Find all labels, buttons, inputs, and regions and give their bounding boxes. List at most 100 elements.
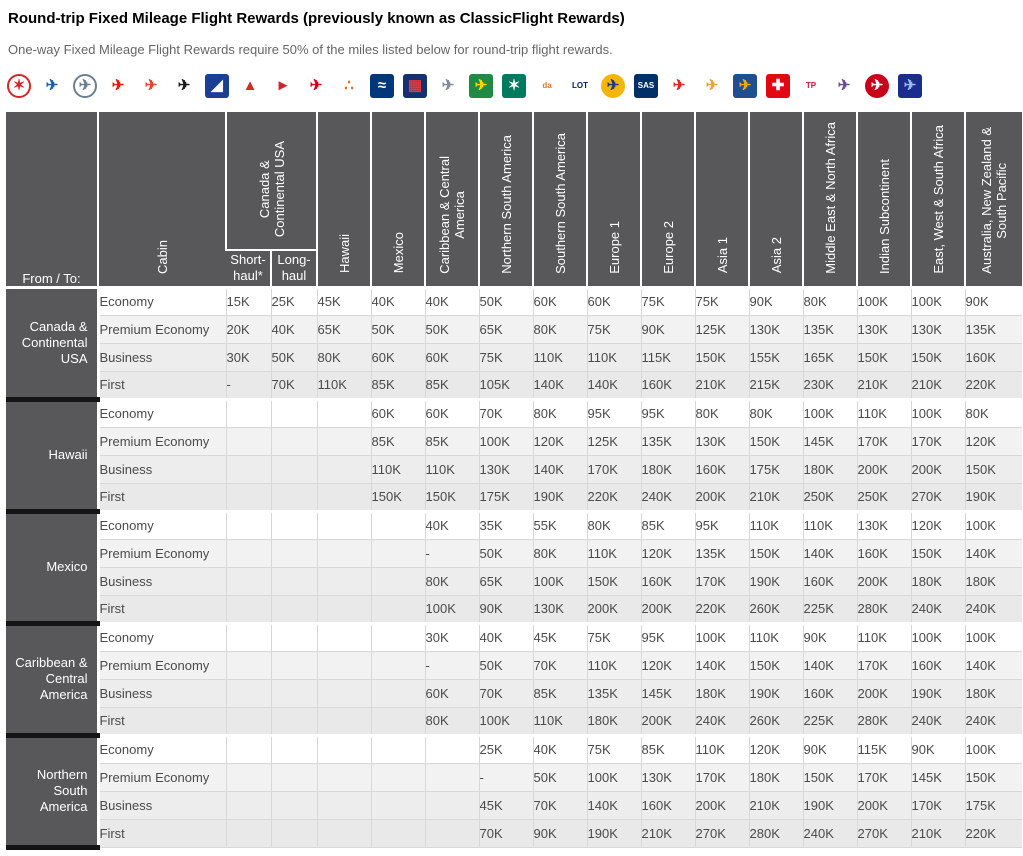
miles-value-cell: 50K: [479, 285, 534, 316]
brussels-airlines-logo-icon: ∴: [344, 77, 354, 94]
column-header-destination-1: Mexico: [370, 112, 425, 287]
eva-air-logo-icon: ✶: [502, 73, 526, 98]
miles-value-cell: 40K: [371, 285, 426, 316]
miles-value-cell: [425, 763, 480, 792]
miles-value-cell: 15K: [226, 285, 272, 316]
miles-value-cell: 115K: [857, 733, 912, 764]
miles-value-cell: 150K: [911, 539, 966, 568]
miles-value-cell: 85K: [641, 509, 696, 540]
miles-value-cell: 175K: [479, 483, 534, 512]
miles-value-cell: [226, 763, 272, 792]
miles-value-cell: 145K: [911, 763, 966, 792]
miles-value-cell: 85K: [425, 371, 480, 400]
miles-value-cell: 150K: [371, 483, 426, 512]
miles-value-cell: 105K: [479, 371, 534, 400]
rewards-table: From / To: Cabin Canada & Continental USA H…: [6, 112, 1022, 850]
miles-value-cell: 25K: [271, 285, 318, 316]
miles-value-cell: [317, 763, 372, 792]
miles-value-cell: 120K: [911, 509, 966, 540]
miles-value-cell: 200K: [587, 595, 642, 624]
miles-value-cell: [317, 679, 372, 708]
miles-value-cell: 60K: [587, 285, 642, 316]
miles-value-cell: [271, 763, 318, 792]
miles-value-cell: 130K: [479, 455, 534, 484]
swiss-logo-icon: ✚: [766, 73, 790, 98]
miles-value-cell: 65K: [479, 567, 534, 596]
column-header-destination-8: Asia 2: [748, 112, 803, 287]
table-row: First -70K 110K 85K 85K 105K 140K 140K 160K 210K 2…: [6, 371, 1022, 400]
cabin-cell: Economy: [98, 733, 227, 764]
miles-value-cell: [226, 455, 272, 484]
miles-value-cell: 170K: [587, 455, 642, 484]
cabin-cell: First: [98, 819, 227, 848]
miles-value-cell: 160K: [965, 343, 1022, 372]
miles-value-cell: [226, 819, 272, 848]
miles-value-cell: 90K: [803, 733, 858, 764]
miles-value-cell: [371, 509, 426, 540]
table-row: Premium Economy -50K 80K 110K 120K 135K 150K 14…: [6, 539, 1022, 568]
miles-value-cell: 120K: [641, 539, 696, 568]
column-header-canada-continental-usa: Canada & Continental USA: [225, 112, 317, 250]
miles-value-cell: 225K: [803, 595, 858, 624]
miles-value-cell: [271, 679, 318, 708]
miles-value-cell: 200K: [641, 595, 696, 624]
miles-value-cell: 210K: [857, 371, 912, 400]
cabin-cell: First: [98, 707, 227, 736]
table-row: First 150K 150K 175K 190K 220K 240K 200K 210K 250…: [6, 483, 1022, 512]
table-row: Premium Economy 20K 40K 65K 50K 50K 65K 80K 75K 9…: [6, 315, 1022, 344]
miles-value-cell: 140K: [587, 371, 642, 400]
miles-value-cell: 220K: [587, 483, 642, 512]
miles-value-cell: 75K: [587, 733, 642, 764]
miles-value-cell: 80K: [803, 285, 858, 316]
miles-value-cell: 160K: [857, 539, 912, 568]
miles-value-cell: [271, 455, 318, 484]
table-row: Hawaii Economy 60K 60K 70K 80K 95K 95K 80K 80K 100…: [6, 397, 1022, 514]
miles-value-cell: 240K: [695, 707, 750, 736]
miles-value-cell: 75K: [641, 285, 696, 316]
miles-value-cell: 80K: [965, 397, 1022, 428]
miles-value-cell: 40K: [425, 509, 480, 540]
column-header-cabin: Cabin: [97, 112, 226, 287]
miles-value-cell: 60K: [533, 285, 588, 316]
miles-value-cell: [371, 763, 426, 792]
miles-value-cell: 240K: [965, 707, 1022, 736]
cabin-cell: Economy: [98, 285, 227, 316]
miles-value-cell: 120K: [965, 427, 1022, 456]
miles-value-cell: 160K: [911, 651, 966, 680]
miles-value-cell: 65K: [317, 315, 372, 344]
miles-value-cell: 180K: [965, 679, 1022, 708]
miles-value-cell: 70K: [271, 371, 318, 400]
miles-value-cell: 40K: [425, 285, 480, 316]
table-row: Business 110K 110K 130K 140K 170K 180K 160K 175K…: [6, 455, 1022, 484]
miles-value-cell: 145K: [641, 679, 696, 708]
miles-value-cell: 85K: [533, 679, 588, 708]
miles-value-cell: 200K: [857, 679, 912, 708]
miles-value-cell: [425, 733, 480, 764]
air-china-logo-icon: ✈: [111, 77, 125, 94]
austrian-airlines-logo-icon: ►: [275, 77, 291, 94]
miles-value-cell: [271, 509, 318, 540]
miles-value-cell: 60K: [371, 343, 426, 372]
miles-value-cell: [226, 679, 272, 708]
miles-value-cell: [317, 819, 372, 848]
column-header-destination-3: Northern South America: [478, 112, 533, 287]
cabin-cell: Business: [98, 455, 227, 484]
miles-value-cell: 70K: [479, 679, 534, 708]
miles-value-cell: [317, 595, 372, 624]
origin-cell: Canada & Continental USA: [6, 285, 100, 402]
origin-cell: Northern South America: [6, 733, 100, 850]
miles-value-cell: 100K: [479, 707, 534, 736]
miles-value-cell: 240K: [641, 483, 696, 512]
miles-value-cell: [271, 819, 318, 848]
miles-value-cell: 70K: [479, 397, 534, 428]
miles-value-cell: 80K: [533, 539, 588, 568]
miles-value-cell: [271, 621, 318, 652]
miles-value-cell: 80K: [533, 315, 588, 344]
miles-value-cell: 110K: [371, 455, 426, 484]
miles-value-cell: 150K: [965, 455, 1022, 484]
miles-value-cell: 100K: [911, 621, 966, 652]
cabin-cell: Premium Economy: [98, 539, 227, 568]
origin-cell: Hawaii: [6, 397, 100, 514]
column-header-destination-9: Middle East & North Africa: [802, 112, 857, 287]
cabin-cell: Premium Economy: [98, 651, 227, 680]
